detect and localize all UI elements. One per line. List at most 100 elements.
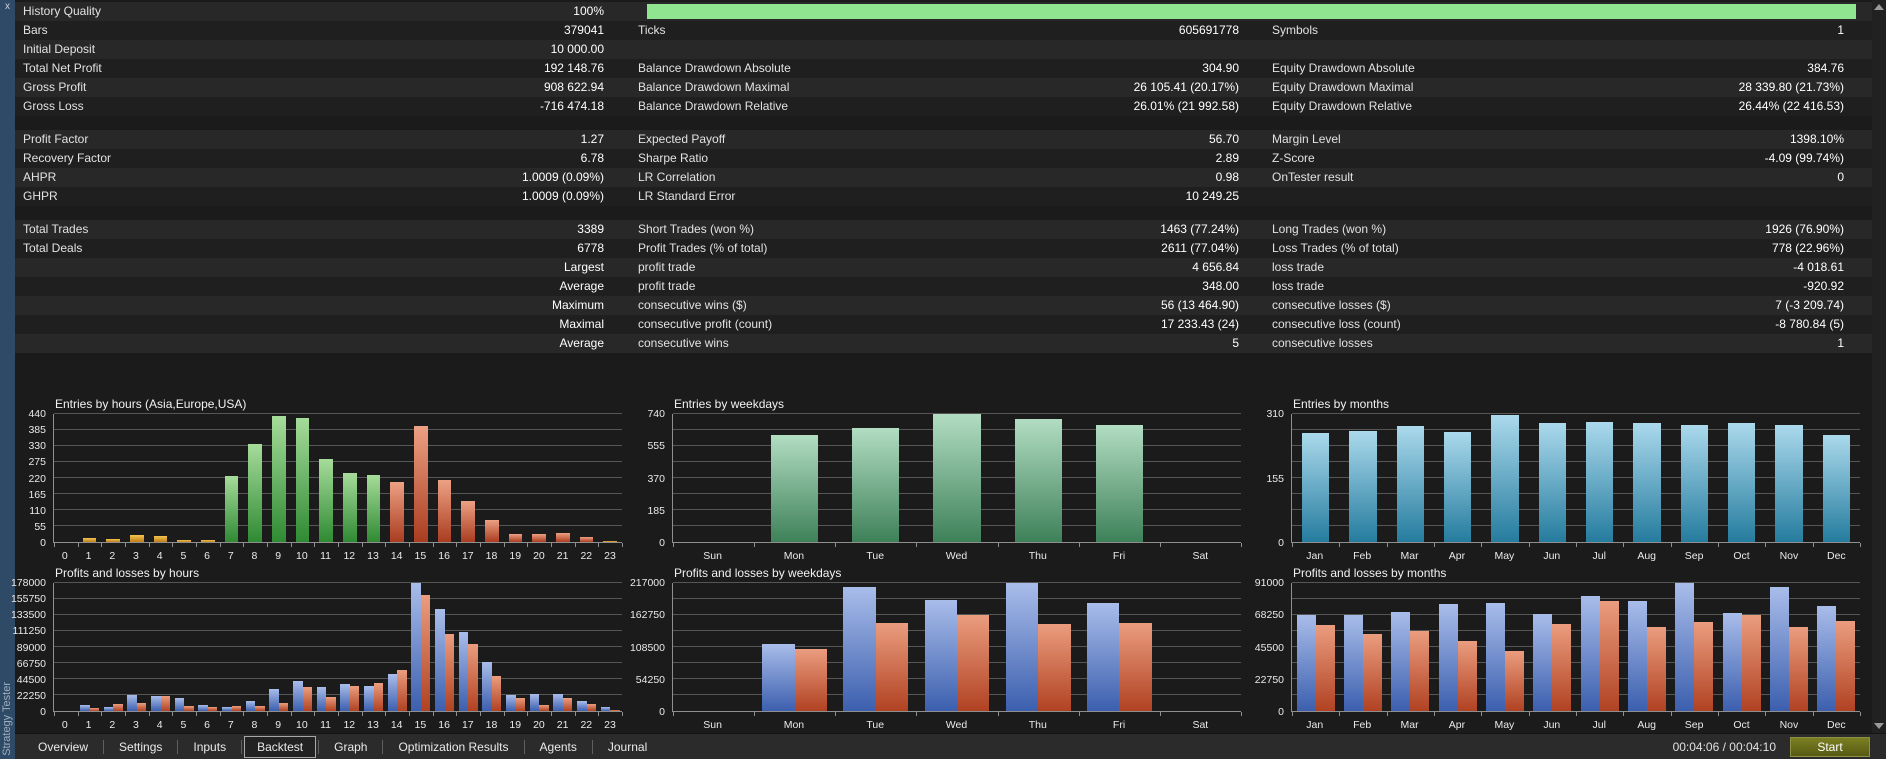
stats-cell: Long Trades (won %) 1926 (76.90%) bbox=[1245, 220, 1872, 239]
y-axis-label: 22250 bbox=[16, 689, 46, 702]
elapsed-time: 00:04:06 / 00:04:10 bbox=[1672, 739, 1776, 754]
stats-row: Total Net Profit 192 148.76 Balance Drawdo… bbox=[15, 59, 1872, 78]
x-axis-label: 1 bbox=[85, 719, 92, 731]
bar-slot bbox=[1623, 583, 1670, 711]
x-axis-label: Mon bbox=[783, 719, 805, 731]
tab-overview[interactable]: Overview bbox=[25, 736, 101, 758]
x-axis-label: 10 bbox=[296, 550, 308, 562]
stats-row: Largest profit trade 4 656.84 loss trade -4 … bbox=[15, 258, 1872, 277]
bar-slot bbox=[1718, 583, 1765, 711]
stat-value: 2611 (77.04%) bbox=[1161, 241, 1239, 255]
y-axis: 0 185 370 555 740 bbox=[634, 408, 670, 549]
bar bbox=[1538, 423, 1567, 542]
stats-cell: consecutive losses ($) 7 (-3 209.74) bbox=[1245, 296, 1872, 315]
stat-label: Long Trades (won %) bbox=[1272, 222, 1387, 236]
x-tick-mark bbox=[1434, 712, 1435, 716]
bar-slot bbox=[835, 583, 916, 711]
bar bbox=[1086, 603, 1120, 711]
stat-label: Profit Factor bbox=[23, 132, 89, 146]
tab-journal[interactable]: Journal bbox=[595, 736, 660, 758]
bar bbox=[80, 704, 90, 711]
bar-slot bbox=[1292, 414, 1339, 542]
bar bbox=[153, 535, 168, 542]
y-axis-label: 220 bbox=[28, 472, 46, 485]
bar bbox=[762, 643, 795, 711]
x-tick-mark bbox=[1241, 543, 1242, 547]
stats-row: Average consecutive wins 5 consecutive loss… bbox=[15, 334, 1872, 353]
tab-separator bbox=[318, 739, 320, 754]
x-tick-mark bbox=[125, 712, 126, 716]
bar bbox=[387, 673, 398, 711]
stats-cell: OnTester result 0 bbox=[1245, 168, 1872, 187]
x-tick-mark bbox=[1765, 543, 1767, 547]
x-tick-mark bbox=[754, 543, 756, 547]
stats-row: History Quality 100% bbox=[15, 2, 1872, 21]
stat-label: Equity Drawdown Maximal bbox=[1272, 80, 1414, 94]
tab-backtest[interactable]: Backtest bbox=[244, 735, 317, 758]
bar bbox=[1391, 611, 1411, 711]
bar bbox=[106, 539, 121, 542]
vertical-scrollbar[interactable] bbox=[1872, 0, 1886, 733]
tab-agents[interactable]: Agents bbox=[527, 736, 590, 758]
x-tick-mark bbox=[1860, 543, 1861, 547]
bar-slot bbox=[1079, 414, 1160, 542]
x-tick-mark bbox=[551, 712, 552, 716]
stats-cell: consecutive loss (count) -8 780.84 (5) bbox=[1245, 315, 1872, 334]
bar bbox=[1836, 620, 1856, 711]
tab-separator bbox=[523, 739, 525, 754]
stats-row: Total Deals 6778 Profit Trades (% of total… bbox=[15, 239, 1872, 258]
x-axis-label: Wed bbox=[945, 719, 968, 731]
x-axis-label: Thu bbox=[1028, 550, 1047, 562]
bar bbox=[1822, 434, 1850, 542]
stats-cell: Total Net Profit 192 148.76 bbox=[15, 59, 613, 78]
bar bbox=[485, 520, 499, 542]
tab-optimization-results[interactable]: Optimization Results bbox=[385, 736, 521, 758]
stat-value: 1.27 bbox=[580, 132, 604, 146]
scroll-up-icon[interactable] bbox=[1874, 4, 1884, 10]
x-tick-mark bbox=[916, 543, 918, 547]
bar-slot bbox=[998, 414, 1079, 542]
tab-graph[interactable]: Graph bbox=[321, 736, 380, 758]
stats-cell: Equity Drawdown Absolute 384.76 bbox=[1245, 59, 1872, 78]
y-axis-label: 91000 bbox=[1254, 577, 1284, 589]
x-tick-mark bbox=[267, 712, 268, 716]
bar bbox=[579, 536, 594, 542]
stat-value: 2.89 bbox=[1215, 151, 1239, 165]
bar bbox=[222, 707, 232, 711]
chart-title: Profits and losses by months bbox=[1293, 566, 1447, 580]
bar bbox=[113, 704, 123, 711]
bar bbox=[1675, 583, 1695, 711]
start-button[interactable]: Start bbox=[1790, 736, 1870, 757]
bar bbox=[1694, 622, 1714, 711]
bar bbox=[316, 686, 327, 711]
bar-slot bbox=[1434, 414, 1481, 542]
tab-inputs[interactable]: Inputs bbox=[180, 736, 239, 758]
bar bbox=[794, 649, 828, 711]
bar bbox=[1457, 641, 1477, 711]
stat-label: Ticks bbox=[638, 23, 666, 37]
chart-profits-losses-by-weekdays: Profits and losses by weekdays 0 54250 1085… bbox=[630, 564, 1253, 733]
scroll-down-icon[interactable] bbox=[1874, 723, 1884, 729]
stat-value: 605691778 bbox=[1178, 23, 1239, 37]
stats-cell: consecutive profit (count) 17 233.43 (24) bbox=[613, 315, 1245, 334]
x-axis-label: 2 bbox=[109, 719, 116, 731]
stats-cell: Maximum bbox=[15, 296, 613, 315]
x-axis-label: Fri bbox=[1112, 550, 1126, 562]
bar bbox=[1646, 626, 1666, 711]
stats-cell: LR Standard Error 10 249.25 bbox=[613, 187, 1245, 206]
stat-label: consecutive losses bbox=[1272, 336, 1373, 350]
stat-label: consecutive loss (count) bbox=[1272, 317, 1401, 331]
tab-settings[interactable]: Settings bbox=[106, 736, 175, 758]
close-icon[interactable]: x bbox=[0, 2, 15, 12]
bar-slot bbox=[1813, 414, 1860, 542]
stats-cell: Expected Payoff 56.70 bbox=[613, 130, 1245, 149]
stat-value: 1 bbox=[1837, 336, 1844, 350]
x-tick-mark bbox=[916, 712, 918, 716]
bar-slot bbox=[196, 414, 220, 542]
x-axis: 0 1 2 3 4 5 6 7 8 9 10 11 12 13 14 15 16 17 18 19 20 21 22 23 bbox=[53, 719, 622, 731]
x-axis-label: Sat bbox=[1192, 719, 1209, 731]
x-axis-label: 20 bbox=[533, 719, 545, 731]
bar bbox=[1680, 424, 1708, 542]
stats-cell: Profit Factor 1.27 bbox=[15, 130, 613, 149]
x-axis-label: Sun bbox=[703, 719, 722, 731]
